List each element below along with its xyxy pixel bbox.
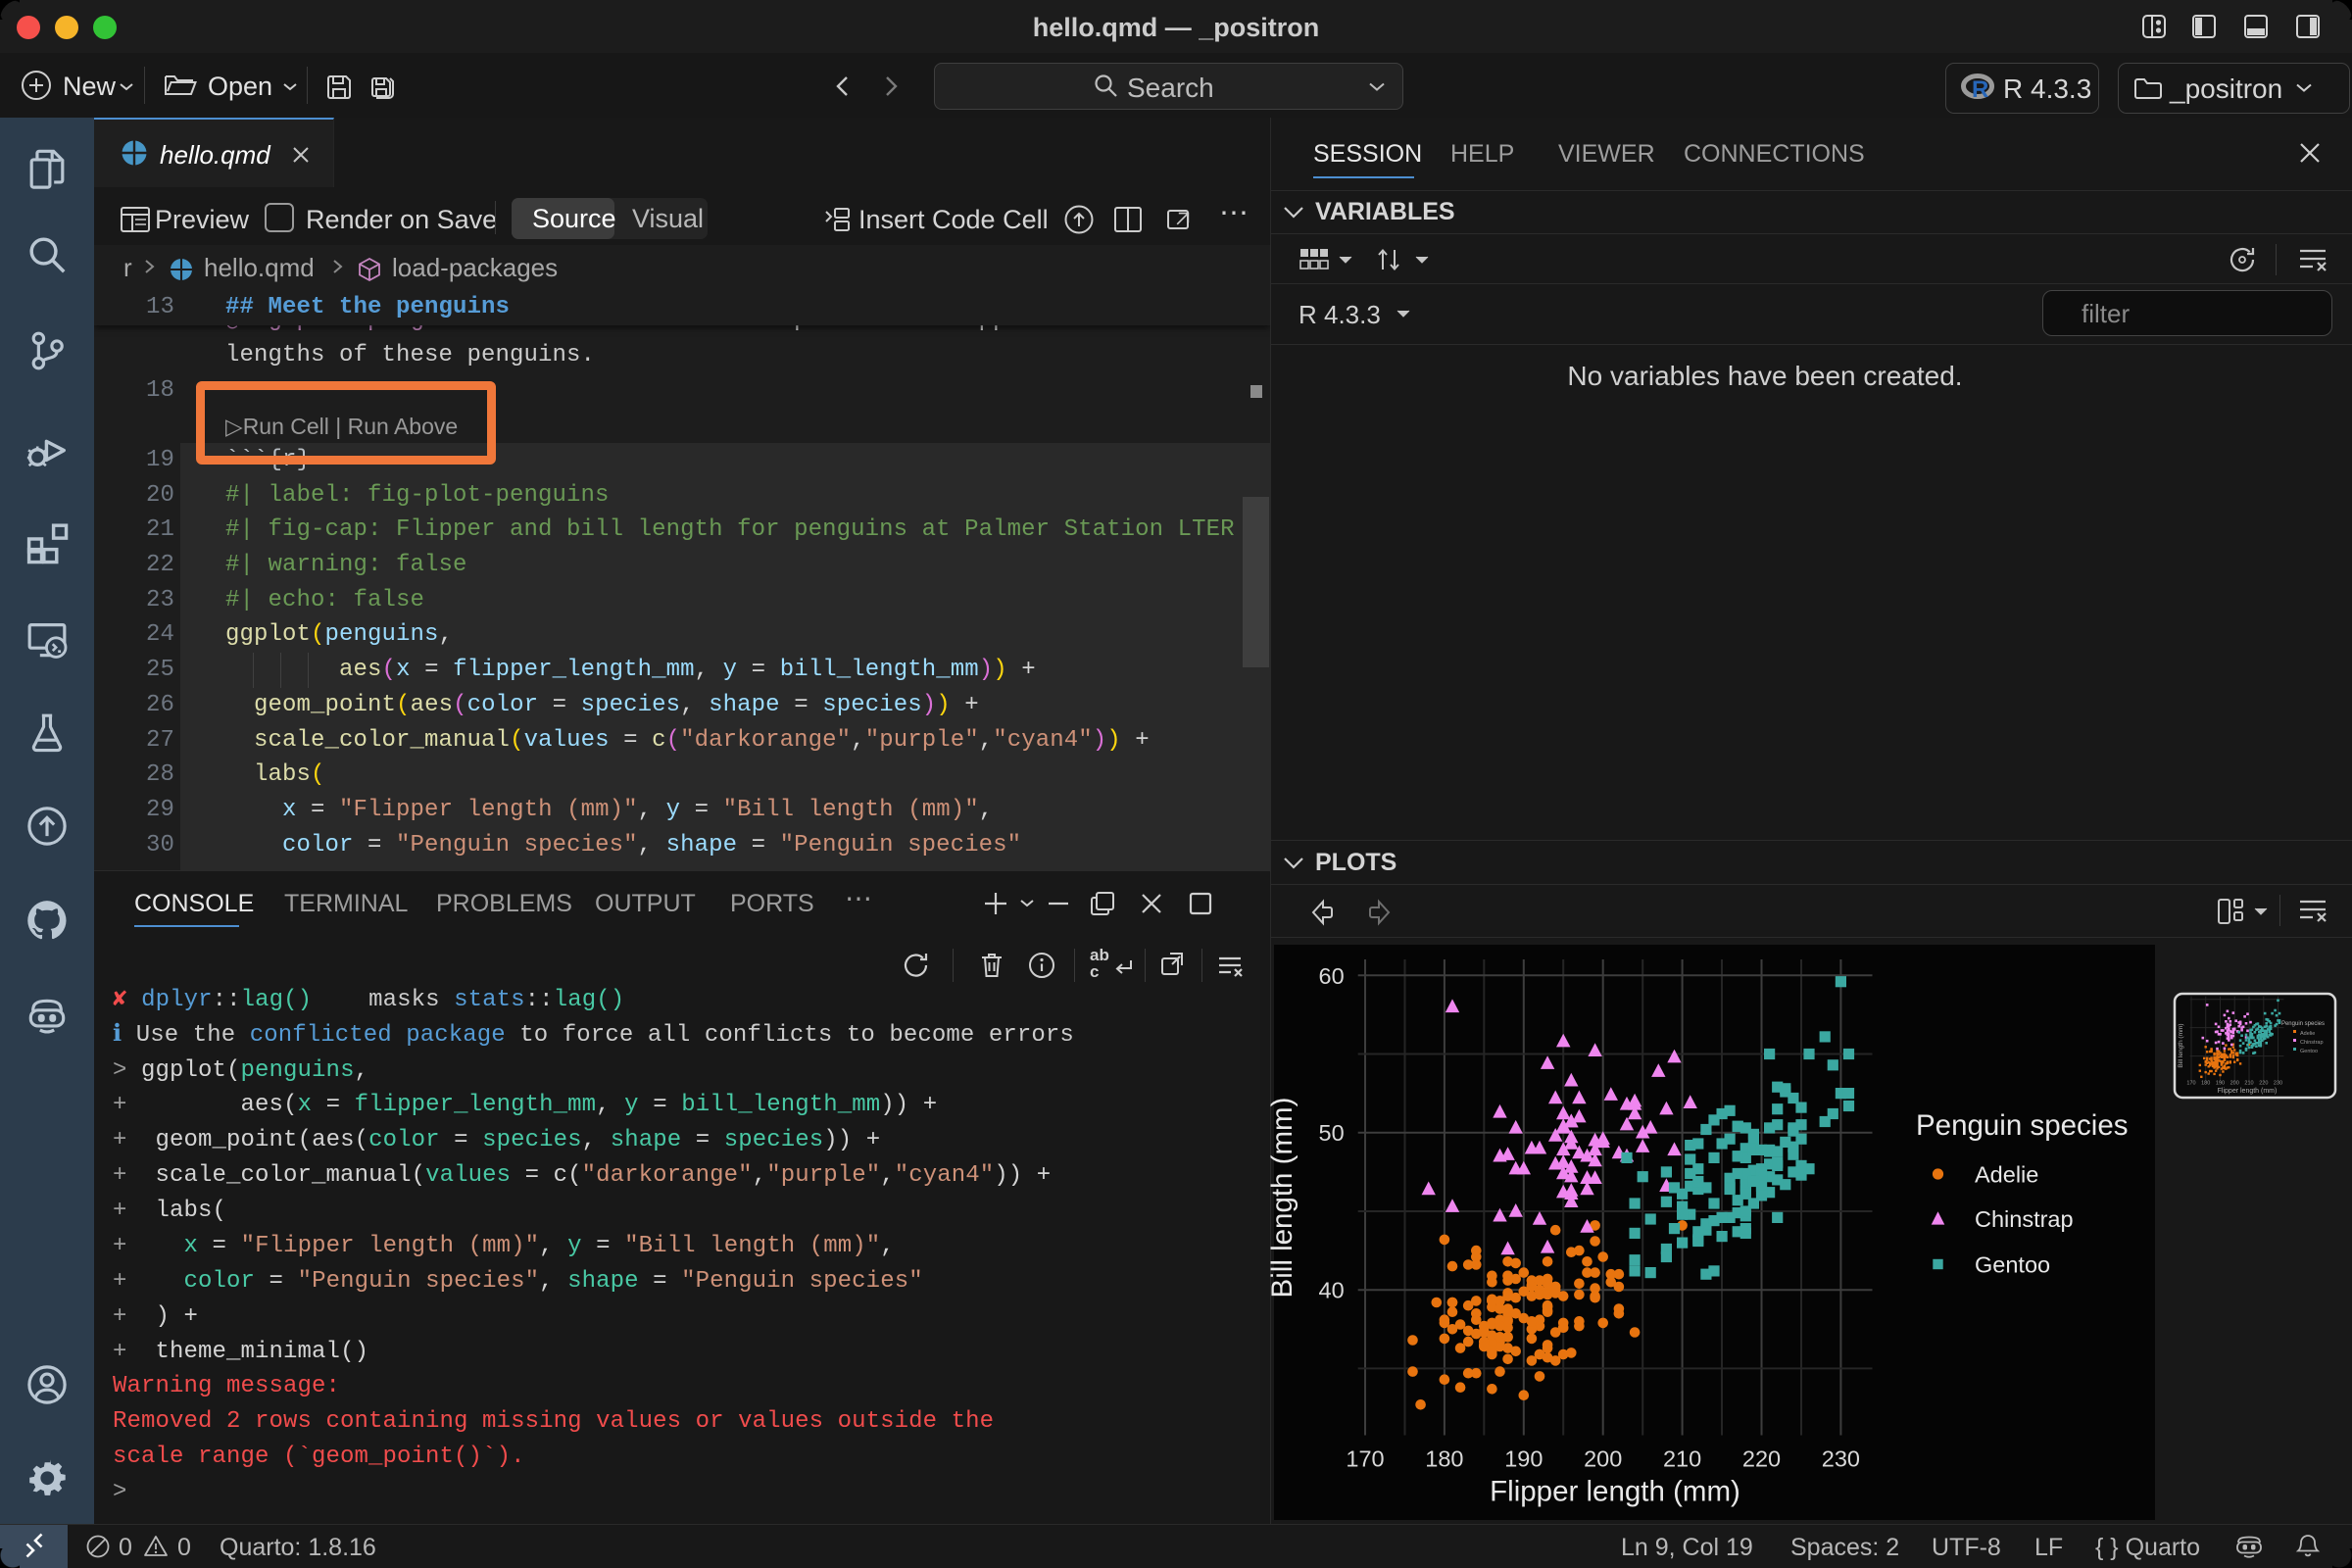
svg-text:Gentoo: Gentoo: [2300, 1049, 2318, 1054]
svg-text:190: 190: [1504, 1446, 1543, 1472]
svg-text:50: 50: [1319, 1120, 1345, 1146]
svg-text:60: 60: [1319, 963, 1345, 989]
svg-text:230: 230: [2274, 1081, 2282, 1087]
svg-text:190: 190: [2216, 1081, 2225, 1087]
svg-text:180: 180: [2201, 1081, 2210, 1087]
svg-text:Adelie: Adelie: [1975, 1162, 2038, 1188]
svg-text:200: 200: [2230, 1081, 2239, 1087]
svg-text:Penguin species: Penguin species: [2281, 1021, 2325, 1027]
svg-text:Adelie: Adelie: [2300, 1031, 2315, 1037]
svg-text:210: 210: [2244, 1081, 2253, 1087]
svg-text:40: 40: [1319, 1278, 1345, 1303]
svg-text:220: 220: [2259, 1081, 2268, 1087]
svg-text:180: 180: [1425, 1446, 1463, 1472]
svg-text:Bill length (mm): Bill length (mm): [1266, 1098, 1298, 1298]
svg-text:220: 220: [1742, 1446, 1781, 1472]
svg-text:230: 230: [1822, 1446, 1860, 1472]
svg-text:Flipper length (mm): Flipper length (mm): [1490, 1476, 1740, 1508]
svg-text:Gentoo: Gentoo: [1975, 1252, 2050, 1278]
svg-text:Flipper length (mm): Flipper length (mm): [2218, 1088, 2278, 1095]
svg-text:170: 170: [2186, 1081, 2195, 1087]
svg-text:Chinstrap: Chinstrap: [2300, 1040, 2324, 1046]
svg-text:170: 170: [1346, 1446, 1384, 1472]
svg-text:200: 200: [1584, 1446, 1622, 1472]
svg-text:Bill length (mm): Bill length (mm): [2178, 1023, 2184, 1067]
svg-text:210: 210: [1663, 1446, 1701, 1472]
svg-text:Penguin species: Penguin species: [1916, 1109, 2128, 1142]
svg-text:Chinstrap: Chinstrap: [1975, 1206, 2074, 1232]
